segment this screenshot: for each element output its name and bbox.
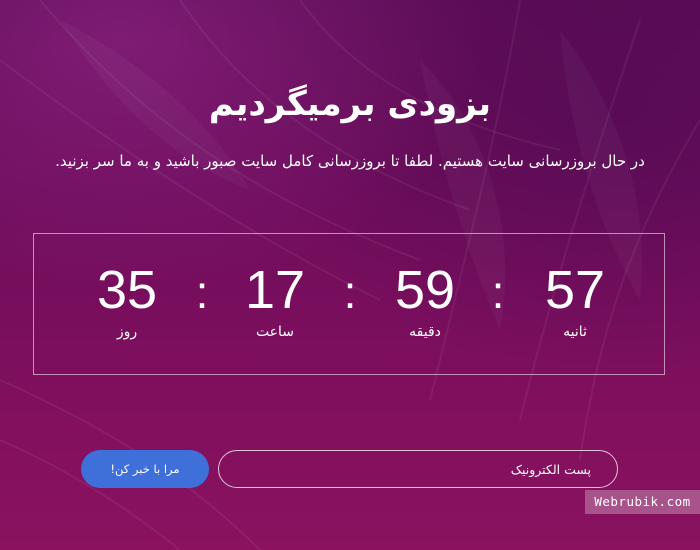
countdown-separator: : <box>195 266 209 318</box>
countdown-hours: 17 ساعت <box>215 260 335 340</box>
countdown-separator: : <box>343 266 357 318</box>
countdown-days: 35 روز <box>67 260 187 340</box>
email-input[interactable] <box>218 450 618 488</box>
page-subtitle: در حال بروزرسانی سایت هستیم. لطفا تا برو… <box>55 152 645 170</box>
countdown-seconds: 57 ثانیه <box>515 260 635 340</box>
hours-label: ساعت <box>255 324 295 340</box>
countdown-minutes: 59 دقیقه <box>365 260 485 340</box>
countdown-separator: : <box>491 266 505 318</box>
minutes-value: 59 <box>394 260 456 320</box>
notify-me-button[interactable]: مرا با خبر کن! <box>81 450 209 488</box>
days-value: 35 <box>96 260 158 320</box>
days-label: روز <box>116 324 138 340</box>
countdown-box: 57 ثانیه : 59 دقیقه : 17 ساعت : 35 روز <box>33 233 665 375</box>
page-title: بزودی برمیگردیم <box>208 84 492 124</box>
minutes-label: دقیقه <box>409 324 441 340</box>
watermark: Webrubik.com <box>585 490 700 514</box>
seconds-value: 57 <box>544 260 606 320</box>
hours-value: 17 <box>244 260 306 320</box>
seconds-label: ثانیه <box>563 324 587 340</box>
